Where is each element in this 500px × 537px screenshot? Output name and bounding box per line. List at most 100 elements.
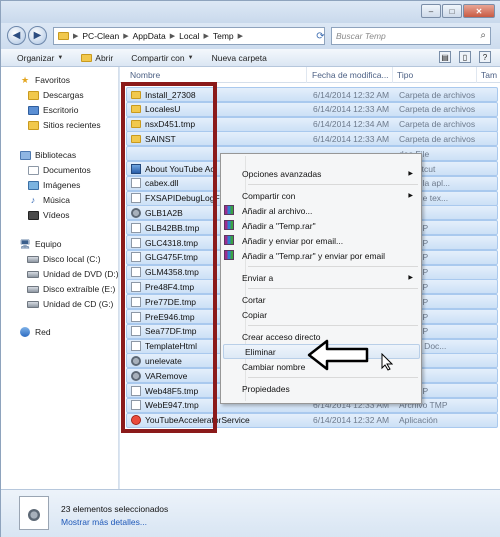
toolbar-right: ▤ ▯ ? [439, 51, 491, 63]
music-icon: ♪ [30, 195, 36, 205]
forward-button[interactable]: ▶ [28, 26, 47, 45]
back-button[interactable]: ◀ [7, 26, 26, 45]
selection-count: 23 elementos seleccionados [61, 504, 169, 514]
file-type: Carpeta de archivos [399, 104, 476, 115]
folder-icon [58, 32, 69, 40]
menu-item-label: Añadir a "Temp.rar" y enviar por email [242, 250, 386, 261]
nav-item-videos[interactable]: Vídeos [27, 210, 69, 220]
menu-item-label: Añadir y enviar por email... [242, 235, 344, 246]
chevron-right-icon: ▶ [237, 33, 244, 40]
menu-item-enviar-a[interactable]: Enviar a ▶ [221, 270, 421, 285]
column-name[interactable]: Nombre [130, 70, 160, 80]
help-icon[interactable]: ? [479, 51, 491, 63]
menu-item-propiedades[interactable]: Propiedades [221, 381, 421, 396]
back-arrow-icon: ◀ [12, 30, 21, 41]
search-placeholder: Buscar Temp [336, 31, 386, 41]
nav-item-extraible[interactable]: Disco extraíble (E:) [27, 284, 115, 294]
column-size[interactable]: Tam [481, 70, 497, 80]
menu-separator [248, 377, 418, 378]
nav-item-disco-local[interactable]: Disco local (C:) [27, 254, 101, 264]
chevron-right-icon: ▶ [73, 33, 79, 40]
documents-icon [27, 165, 39, 175]
views-icon[interactable]: ▤ [439, 51, 451, 63]
nav-item-musica[interactable]: ♪ Música [27, 195, 70, 205]
window-controls: – □ ✕ [421, 4, 495, 18]
nav-item-recientes[interactable]: Sitios recientes [27, 120, 101, 130]
column-date[interactable]: Fecha de modifica... [312, 70, 389, 80]
hard-drive-icon [27, 255, 39, 263]
new-folder-label: Nueva carpeta [211, 52, 267, 63]
menu-item-a-adir-al-archivo[interactable]: Añadir al archivo... [221, 203, 421, 218]
folder-open-icon [81, 53, 93, 62]
menu-item-label: Cambiar nombre [242, 361, 306, 372]
maximize-button[interactable]: □ [442, 4, 462, 18]
nav-favorites[interactable]: ★ Favoritos [19, 75, 70, 86]
nav-item-cd[interactable]: Unidad de CD (G:) [27, 299, 113, 309]
recent-places-icon [27, 120, 39, 130]
menu-item-label: Opciones avanzadas [242, 168, 322, 179]
videos-icon [27, 210, 39, 220]
share-button[interactable]: Compartir con ▼ [131, 53, 193, 63]
menu-item-cortar[interactable]: Cortar [221, 292, 421, 307]
column-divider[interactable] [306, 67, 307, 83]
nav-libraries-label: Bibliotecas [35, 150, 77, 160]
pictures-icon [27, 180, 39, 190]
file-date: 6/14/2014 12:33 AM [313, 133, 390, 144]
removable-drive-icon [27, 285, 39, 293]
address-bar[interactable]: ▶ PC-Clean ▶ AppData ▶ Local ▶ Temp ▶ [53, 27, 325, 45]
column-divider[interactable] [476, 67, 477, 83]
open-button[interactable]: Abrir [81, 53, 113, 63]
breadcrumb-pc-clean[interactable]: PC-Clean [82, 31, 119, 41]
preview-pane-icon[interactable]: ▯ [459, 51, 471, 63]
breadcrumb-appdata[interactable]: AppData [133, 31, 166, 41]
submenu-arrow-icon: ▶ [408, 193, 413, 199]
search-input[interactable]: Buscar Temp ⌕ [331, 27, 491, 45]
menu-item-copiar[interactable]: Copiar [221, 307, 421, 322]
nav-item-dvd[interactable]: Unidad de DVD (D:) [27, 269, 119, 279]
nav-item-label: Descargas [43, 90, 84, 100]
column-type[interactable]: Tipo [397, 70, 413, 80]
breadcrumb-local[interactable]: Local [179, 31, 199, 41]
new-folder-button[interactable]: Nueva carpeta [212, 53, 267, 63]
menu-item-label: Cortar [242, 294, 266, 305]
menu-item-a-adir-y-enviar-por-email[interactable]: Añadir y enviar por email... [221, 233, 421, 248]
nav-item-label: Documentos [43, 165, 91, 175]
file-type: Carpeta de archivos [399, 119, 476, 130]
menu-item-compartir-con[interactable]: Compartir con ▶ [221, 188, 421, 203]
menu-item-a-adir-a-temp-rar[interactable]: Añadir a "Temp.rar" [221, 218, 421, 233]
navigation-pane: ★ Favoritos Descargas Escritorio Sitios … [1, 67, 119, 489]
menu-item-label: Compartir con [242, 190, 296, 201]
menu-item-a-adir-a-temp-rar-y-enviar-por-email[interactable]: Añadir a "Temp.rar" y enviar por email [221, 248, 421, 263]
command-bar: Organizar ▼ Abrir Compartir con ▼ Nueva … [1, 49, 500, 67]
nav-item-label: Sitios recientes [43, 120, 101, 130]
nav-item-escritorio[interactable]: Escritorio [27, 105, 78, 115]
menu-item-label: Eliminar [245, 346, 276, 357]
breadcrumb-temp[interactable]: Temp [213, 31, 234, 41]
nav-item-descargas[interactable]: Descargas [27, 90, 84, 100]
nav-item-imagenes[interactable]: Imágenes [27, 180, 80, 190]
organize-label: Organizar [17, 52, 55, 63]
menu-item-label: Enviar a [242, 272, 274, 283]
organize-button[interactable]: Organizar ▼ [17, 53, 63, 63]
submenu-arrow-icon: ▶ [408, 275, 413, 281]
nav-libraries[interactable]: Bibliotecas [19, 150, 76, 160]
chevron-right-icon: ▶ [123, 33, 129, 40]
menu-item-opciones-avanzadas[interactable]: Opciones avanzadas ▶ [221, 166, 421, 181]
file-date: 6/14/2014 12:32 AM [313, 89, 390, 100]
column-header: Nombre Fecha de modifica... Tipo Tam [120, 67, 500, 83]
column-divider[interactable] [392, 67, 393, 83]
minimize-button[interactable]: – [421, 4, 441, 18]
nav-item-documentos[interactable]: Documentos [27, 165, 91, 175]
file-date: 6/14/2014 12:32 AM [313, 415, 390, 426]
desktop-icon [27, 105, 39, 115]
winrar-icon [224, 205, 234, 215]
menu-item-label: Copiar [242, 309, 268, 320]
submenu-arrow-icon: ▶ [408, 171, 413, 177]
nav-item-label: Escritorio [43, 105, 79, 115]
nav-favorites-label: Favoritos [35, 75, 70, 85]
nav-network[interactable]: Red [19, 327, 51, 337]
close-button[interactable]: ✕ [463, 4, 495, 18]
nav-computer[interactable]: 🖥 Equipo [19, 239, 61, 250]
show-details-link[interactable]: Mostrar más detalles... [61, 517, 147, 527]
refresh-icon[interactable]: ⟳ [313, 27, 328, 45]
